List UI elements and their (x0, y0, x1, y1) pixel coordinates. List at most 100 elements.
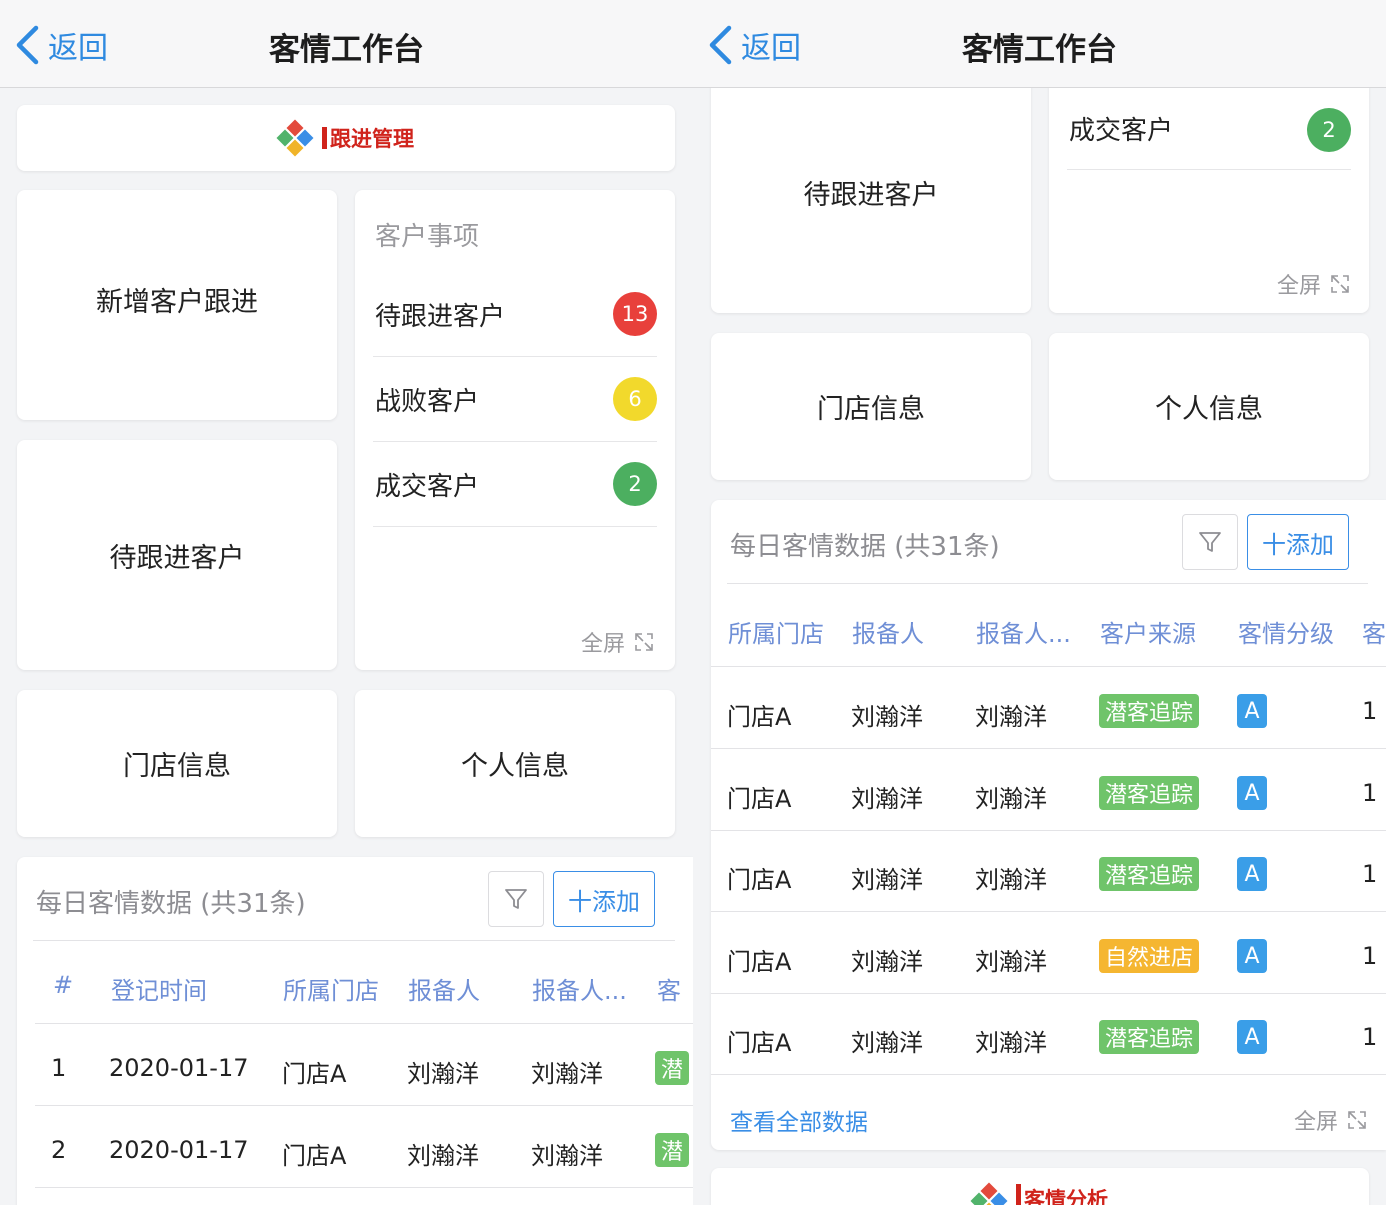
tile-store-info[interactable]: 门店信息 (17, 690, 337, 837)
cell-store: 门店A (727, 703, 792, 731)
matter-label: 待跟进客户 (375, 302, 506, 332)
divider (711, 911, 1386, 912)
divider (727, 583, 1368, 584)
matter-label: 成交客户 (375, 472, 480, 502)
source-tag: 潜客追踪 (1099, 1020, 1200, 1054)
column-header-reg-time[interactable]: 登记时间 (111, 971, 207, 1006)
column-header-store[interactable]: 所属门店 (728, 614, 824, 649)
column-header-index[interactable]: # (53, 971, 73, 999)
fullscreen-label: 全屏 (580, 632, 625, 657)
add-button[interactable]: 十添加 (1247, 514, 1349, 570)
grade-badge: A (1237, 776, 1267, 810)
tile-personal-info[interactable]: 个人信息 (1049, 333, 1369, 480)
grade-badge: A (1237, 1020, 1267, 1054)
grade-badge: A (1237, 857, 1267, 891)
divider (35, 1105, 693, 1106)
column-header-reporter-2[interactable]: 报备人... (532, 971, 627, 1006)
screen-right: 待跟进客户 成交客户 2 全屏 返回 客情工作台 门店信息 个人信息 每日客情数… (693, 0, 1386, 1205)
column-header-cut[interactable]: 客 (1362, 614, 1386, 649)
tile-pending-customers[interactable]: 待跟进客户 (711, 60, 1031, 313)
source-tag: 潜客追踪 (1099, 857, 1200, 891)
matter-label: 成交客户 (1069, 116, 1174, 146)
column-header-grade[interactable]: 客情分级 (1238, 614, 1334, 649)
cell-reporter-2: 刘瀚洋 (531, 1060, 603, 1088)
tile-label: 个人信息 (461, 751, 569, 782)
cell-cut: 1 (1362, 942, 1378, 970)
back-button[interactable]: 返回 (14, 20, 108, 70)
cell-store: 门店A (727, 1029, 792, 1057)
matter-label: 战败客户 (375, 387, 480, 417)
matter-row-lost[interactable]: 战败客户 6 (373, 357, 657, 442)
column-header-cut[interactable]: 客 (657, 971, 681, 1006)
banner-accent-bar (1016, 1184, 1021, 1205)
divider (35, 1187, 693, 1188)
tile-label: 门店信息 (123, 751, 231, 782)
filter-icon (1199, 532, 1221, 552)
cell-reporter-2: 刘瀚洋 (975, 948, 1047, 976)
divider (33, 940, 675, 941)
back-button[interactable]: 返回 (707, 20, 801, 70)
cell-reporter: 刘瀚洋 (851, 1029, 923, 1057)
back-label: 返回 (741, 31, 801, 66)
tile-label: 待跟进客户 (109, 542, 245, 574)
column-header-source[interactable]: 客户来源 (1100, 614, 1196, 649)
nav-bar: 返回 客情工作台 (693, 0, 1386, 88)
tile-label: 待跟进客户 (803, 180, 939, 211)
source-tag: 潜 (655, 1133, 690, 1167)
count-badge: 2 (613, 462, 657, 506)
count-badge: 2 (1307, 108, 1351, 152)
cell-reporter-2: 刘瀚洋 (975, 785, 1047, 813)
fullscreen-label: 全屏 (1293, 1110, 1338, 1135)
back-label: 返回 (48, 31, 108, 66)
cell-reporter-2: 刘瀚洋 (531, 1142, 603, 1170)
cell-store: 门店A (282, 1060, 347, 1088)
matter-row-pending[interactable]: 待跟进客户 13 (373, 272, 657, 357)
cell-store: 门店A (727, 866, 792, 894)
source-tag: 潜 (655, 1051, 690, 1085)
cell-cut: 1 (1362, 1023, 1378, 1051)
expand-icon (1348, 1111, 1366, 1129)
count-badge: 13 (613, 292, 657, 336)
daily-data-title: 每日客情数据 (共31条) (36, 889, 306, 919)
nav-bar: 返回 客情工作台 (0, 0, 693, 88)
tile-new-follow-up[interactable]: 新增客户跟进 (17, 190, 337, 420)
add-button[interactable]: 十添加 (553, 871, 655, 927)
filter-button[interactable] (1182, 514, 1238, 570)
view-all-link[interactable]: 查看全部数据 (730, 1103, 868, 1137)
cell-index: 1 (51, 1054, 67, 1082)
customer-matters-title: 客户事项 (375, 222, 480, 252)
column-header-store[interactable]: 所属门店 (283, 971, 379, 1006)
cell-reporter: 刘瀚洋 (851, 948, 923, 976)
filter-button[interactable] (488, 871, 544, 927)
fullscreen-button[interactable]: 全屏 (581, 626, 655, 658)
divider (711, 748, 1386, 749)
cell-reporter: 刘瀚洋 (851, 703, 923, 731)
tile-store-info[interactable]: 门店信息 (711, 333, 1031, 480)
divider (35, 1023, 693, 1024)
source-tag: 潜客追踪 (1099, 776, 1200, 810)
chevron-left-icon (16, 25, 39, 65)
matter-row-deal[interactable]: 成交客户 2 (373, 442, 657, 527)
tile-pending-customers[interactable]: 待跟进客户 (17, 440, 337, 670)
cell-index: 2 (51, 1136, 67, 1164)
filter-icon (505, 889, 527, 909)
tile-personal-info[interactable]: 个人信息 (355, 690, 675, 837)
customer-matters-card: 成交客户 2 全屏 (1049, 60, 1369, 313)
cell-cut: 1 (1362, 779, 1378, 807)
tile-label: 新增客户跟进 (96, 286, 258, 318)
diamond-logo-icon (970, 1182, 1008, 1205)
fullscreen-button[interactable]: 全屏 (1294, 1104, 1368, 1136)
column-header-reporter-2[interactable]: 报备人... (976, 614, 1071, 649)
cell-store: 门店A (282, 1142, 347, 1170)
cell-cut: 1 (1362, 860, 1378, 888)
column-header-reporter[interactable]: 报备人 (852, 614, 924, 649)
cell-reporter: 刘瀚洋 (407, 1142, 479, 1170)
banner-accent-bar (322, 127, 327, 149)
cell-reg-time: 2020-01-17 (109, 1136, 249, 1164)
column-header-reporter[interactable]: 报备人 (408, 971, 480, 1006)
matter-row-deal[interactable]: 成交客户 2 (1067, 86, 1351, 170)
daily-data-card: 每日客情数据 (共31条) 十添加 所属门店 报备人 报备人... 客户来源 客… (711, 500, 1386, 1150)
customer-matters-card: 客户事项 待跟进客户 13 战败客户 6 成交客户 2 全屏 (355, 190, 675, 670)
diamond-logo-icon (276, 119, 314, 157)
fullscreen-button[interactable]: 全屏 (1277, 268, 1351, 300)
